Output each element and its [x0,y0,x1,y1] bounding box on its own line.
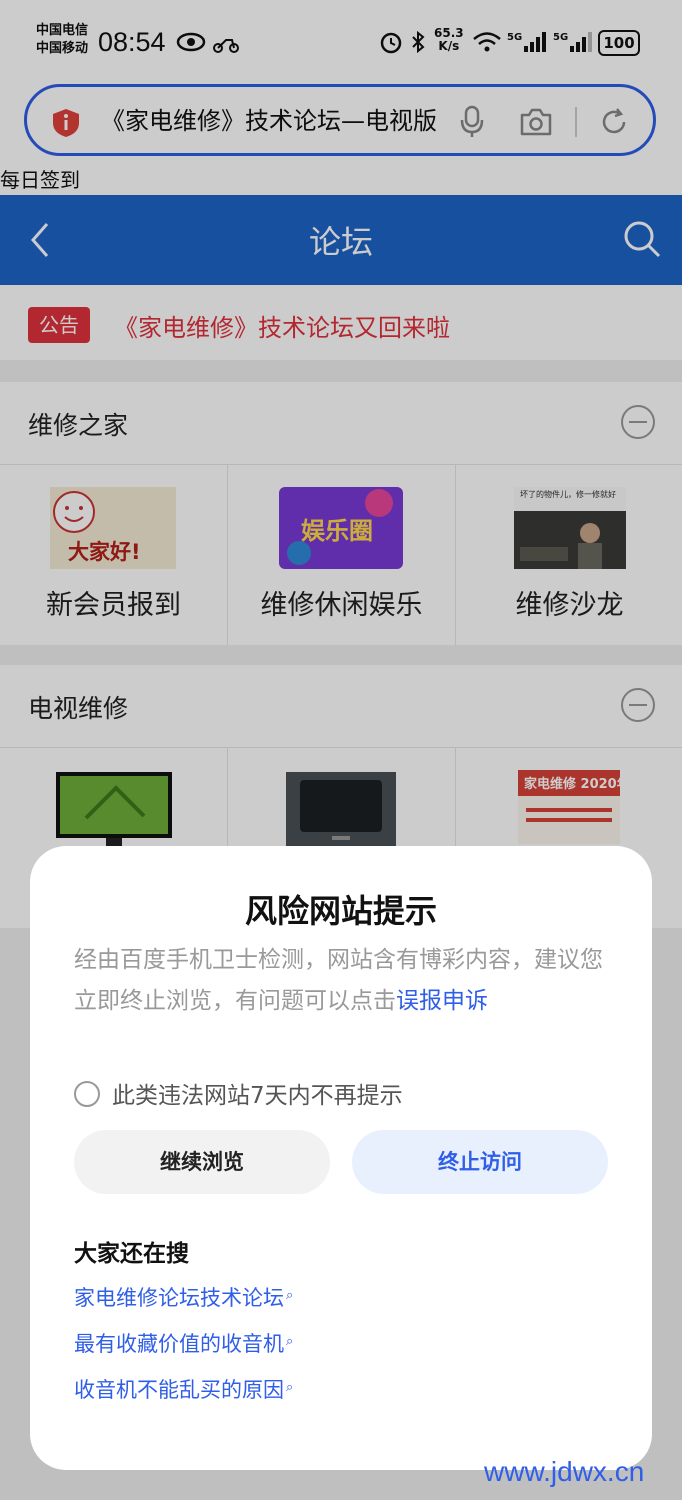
dont-remind-checkbox[interactable]: 此类违法网站7天内不再提示 [74,1076,403,1110]
search-icon: ⌕ [286,1288,294,1303]
watermark: www.jdwx.cn [484,1456,645,1487]
radio-icon[interactable] [74,1081,100,1107]
continue-browsing-button[interactable]: 继续浏览 [74,1130,330,1194]
related-search-link[interactable]: 家电维修论坛技术论坛 ⌕ [74,1282,293,1312]
related-search-link[interactable]: 收音机不能乱买的原因 ⌕ [74,1374,293,1404]
stop-visit-button[interactable]: 终止访问 [352,1130,608,1194]
dialog-title: 风险网站提示 [244,892,437,930]
related-searches-title: 大家还在搜 [74,1241,189,1267]
search-icon: ⌕ [286,1380,294,1395]
report-appeal-link[interactable]: 误报申诉 [396,988,488,1014]
search-icon: ⌕ [286,1334,294,1349]
risk-warning-dialog: 风险网站提示 经由百度手机卫士检测，网站含有博彩内容，建议您立即终止浏览，有问题… [30,846,652,1470]
checkbox-label[interactable]: 此类违法网站7天内不再提示 [112,1083,403,1109]
related-search-link[interactable]: 最有收藏价值的收音机 ⌕ [74,1328,293,1358]
dialog-message: 经由百度手机卫士检测，网站含有博彩内容，建议您立即终止浏览，有问题可以点击误报申… [74,947,603,1014]
